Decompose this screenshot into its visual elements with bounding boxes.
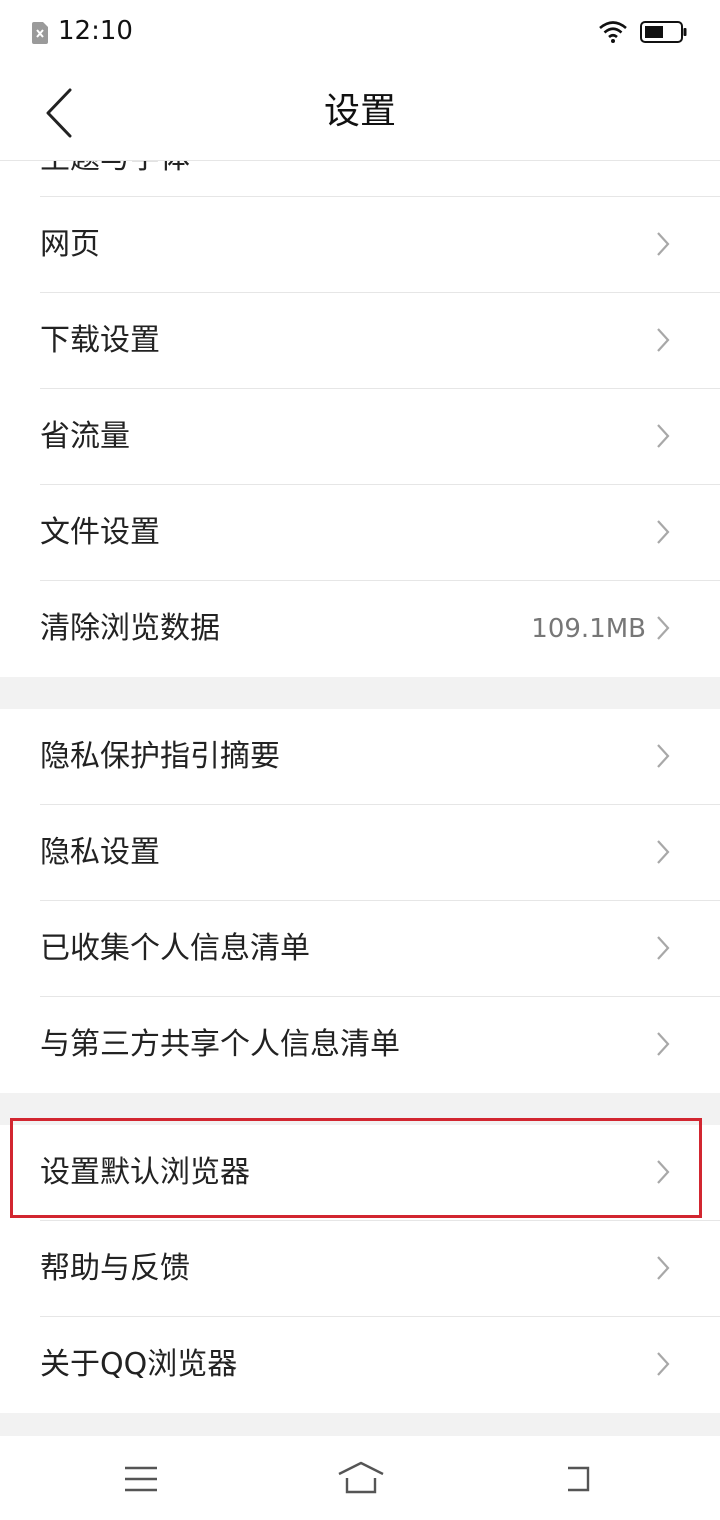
menu-icon[interactable] — [124, 1466, 158, 1492]
settings-item-webpage[interactable]: 网页 — [0, 197, 720, 293]
settings-item-label: 文件设置 — [40, 515, 160, 550]
cache-size-value: 109.1MB — [531, 614, 646, 644]
chevron-right-icon — [657, 1032, 670, 1056]
settings-item-label: 清除浏览数据 — [40, 611, 220, 646]
chevron-right-icon — [657, 936, 670, 960]
sim-icon — [32, 22, 48, 44]
home-icon[interactable] — [336, 1460, 386, 1496]
settings-group-general: 网页 下载设置 省流量 文件设置 清除浏览数据 109.1MB — [0, 197, 720, 677]
system-nav-bar — [0, 1436, 720, 1520]
settings-item-label: 已收集个人信息清单 — [40, 931, 310, 966]
settings-item-collected-info[interactable]: 已收集个人信息清单 — [0, 901, 720, 997]
status-bar: 12:10 — [0, 0, 720, 66]
settings-item-label: 主题与字体 — [40, 161, 190, 185]
settings-item-help-feedback[interactable]: 帮助与反馈 — [0, 1221, 720, 1317]
status-time: 12:10 — [58, 16, 133, 46]
settings-item-label: 网页 — [40, 227, 100, 262]
back-icon[interactable] — [556, 1460, 600, 1500]
chevron-right-icon — [657, 232, 670, 256]
battery-icon — [640, 21, 687, 43]
header-bar: 设置 — [0, 66, 720, 161]
chevron-right-icon — [657, 1352, 670, 1376]
chevron-right-icon — [657, 520, 670, 544]
chevron-right-icon — [657, 744, 670, 768]
chevron-right-icon — [657, 1256, 670, 1280]
settings-item-partial[interactable]: 主题与字体 — [0, 161, 720, 197]
settings-item-download[interactable]: 下载设置 — [0, 293, 720, 389]
settings-item-clear-data[interactable]: 清除浏览数据 109.1MB — [0, 581, 720, 677]
page-title: 设置 — [323, 91, 396, 132]
settings-item-third-party-info[interactable]: 与第三方共享个人信息清单 — [0, 997, 720, 1093]
settings-item-label: 省流量 — [40, 419, 130, 454]
chevron-right-icon — [657, 616, 670, 640]
settings-item-data-saver[interactable]: 省流量 — [0, 389, 720, 485]
settings-item-label: 帮助与反馈 — [40, 1251, 190, 1286]
settings-item-label: 隐私保护指引摘要 — [40, 739, 280, 774]
highlight-box — [10, 1118, 702, 1218]
settings-item-privacy-summary[interactable]: 隐私保护指引摘要 — [0, 709, 720, 805]
settings-item-label: 下载设置 — [40, 323, 160, 358]
settings-item-label: 隐私设置 — [40, 835, 160, 870]
settings-item-label: 关于QQ浏览器 — [40, 1347, 238, 1382]
settings-item-privacy-settings[interactable]: 隐私设置 — [0, 805, 720, 901]
settings-item-files[interactable]: 文件设置 — [0, 485, 720, 581]
settings-item-label: 与第三方共享个人信息清单 — [40, 1027, 400, 1062]
chevron-right-icon — [657, 840, 670, 864]
settings-group-privacy: 隐私保护指引摘要 隐私设置 已收集个人信息清单 与第三方共享个人信息清单 — [0, 709, 720, 1093]
settings-item-about[interactable]: 关于QQ浏览器 — [0, 1317, 720, 1413]
wifi-icon — [599, 21, 627, 43]
chevron-right-icon — [657, 424, 670, 448]
chevron-right-icon — [657, 328, 670, 352]
